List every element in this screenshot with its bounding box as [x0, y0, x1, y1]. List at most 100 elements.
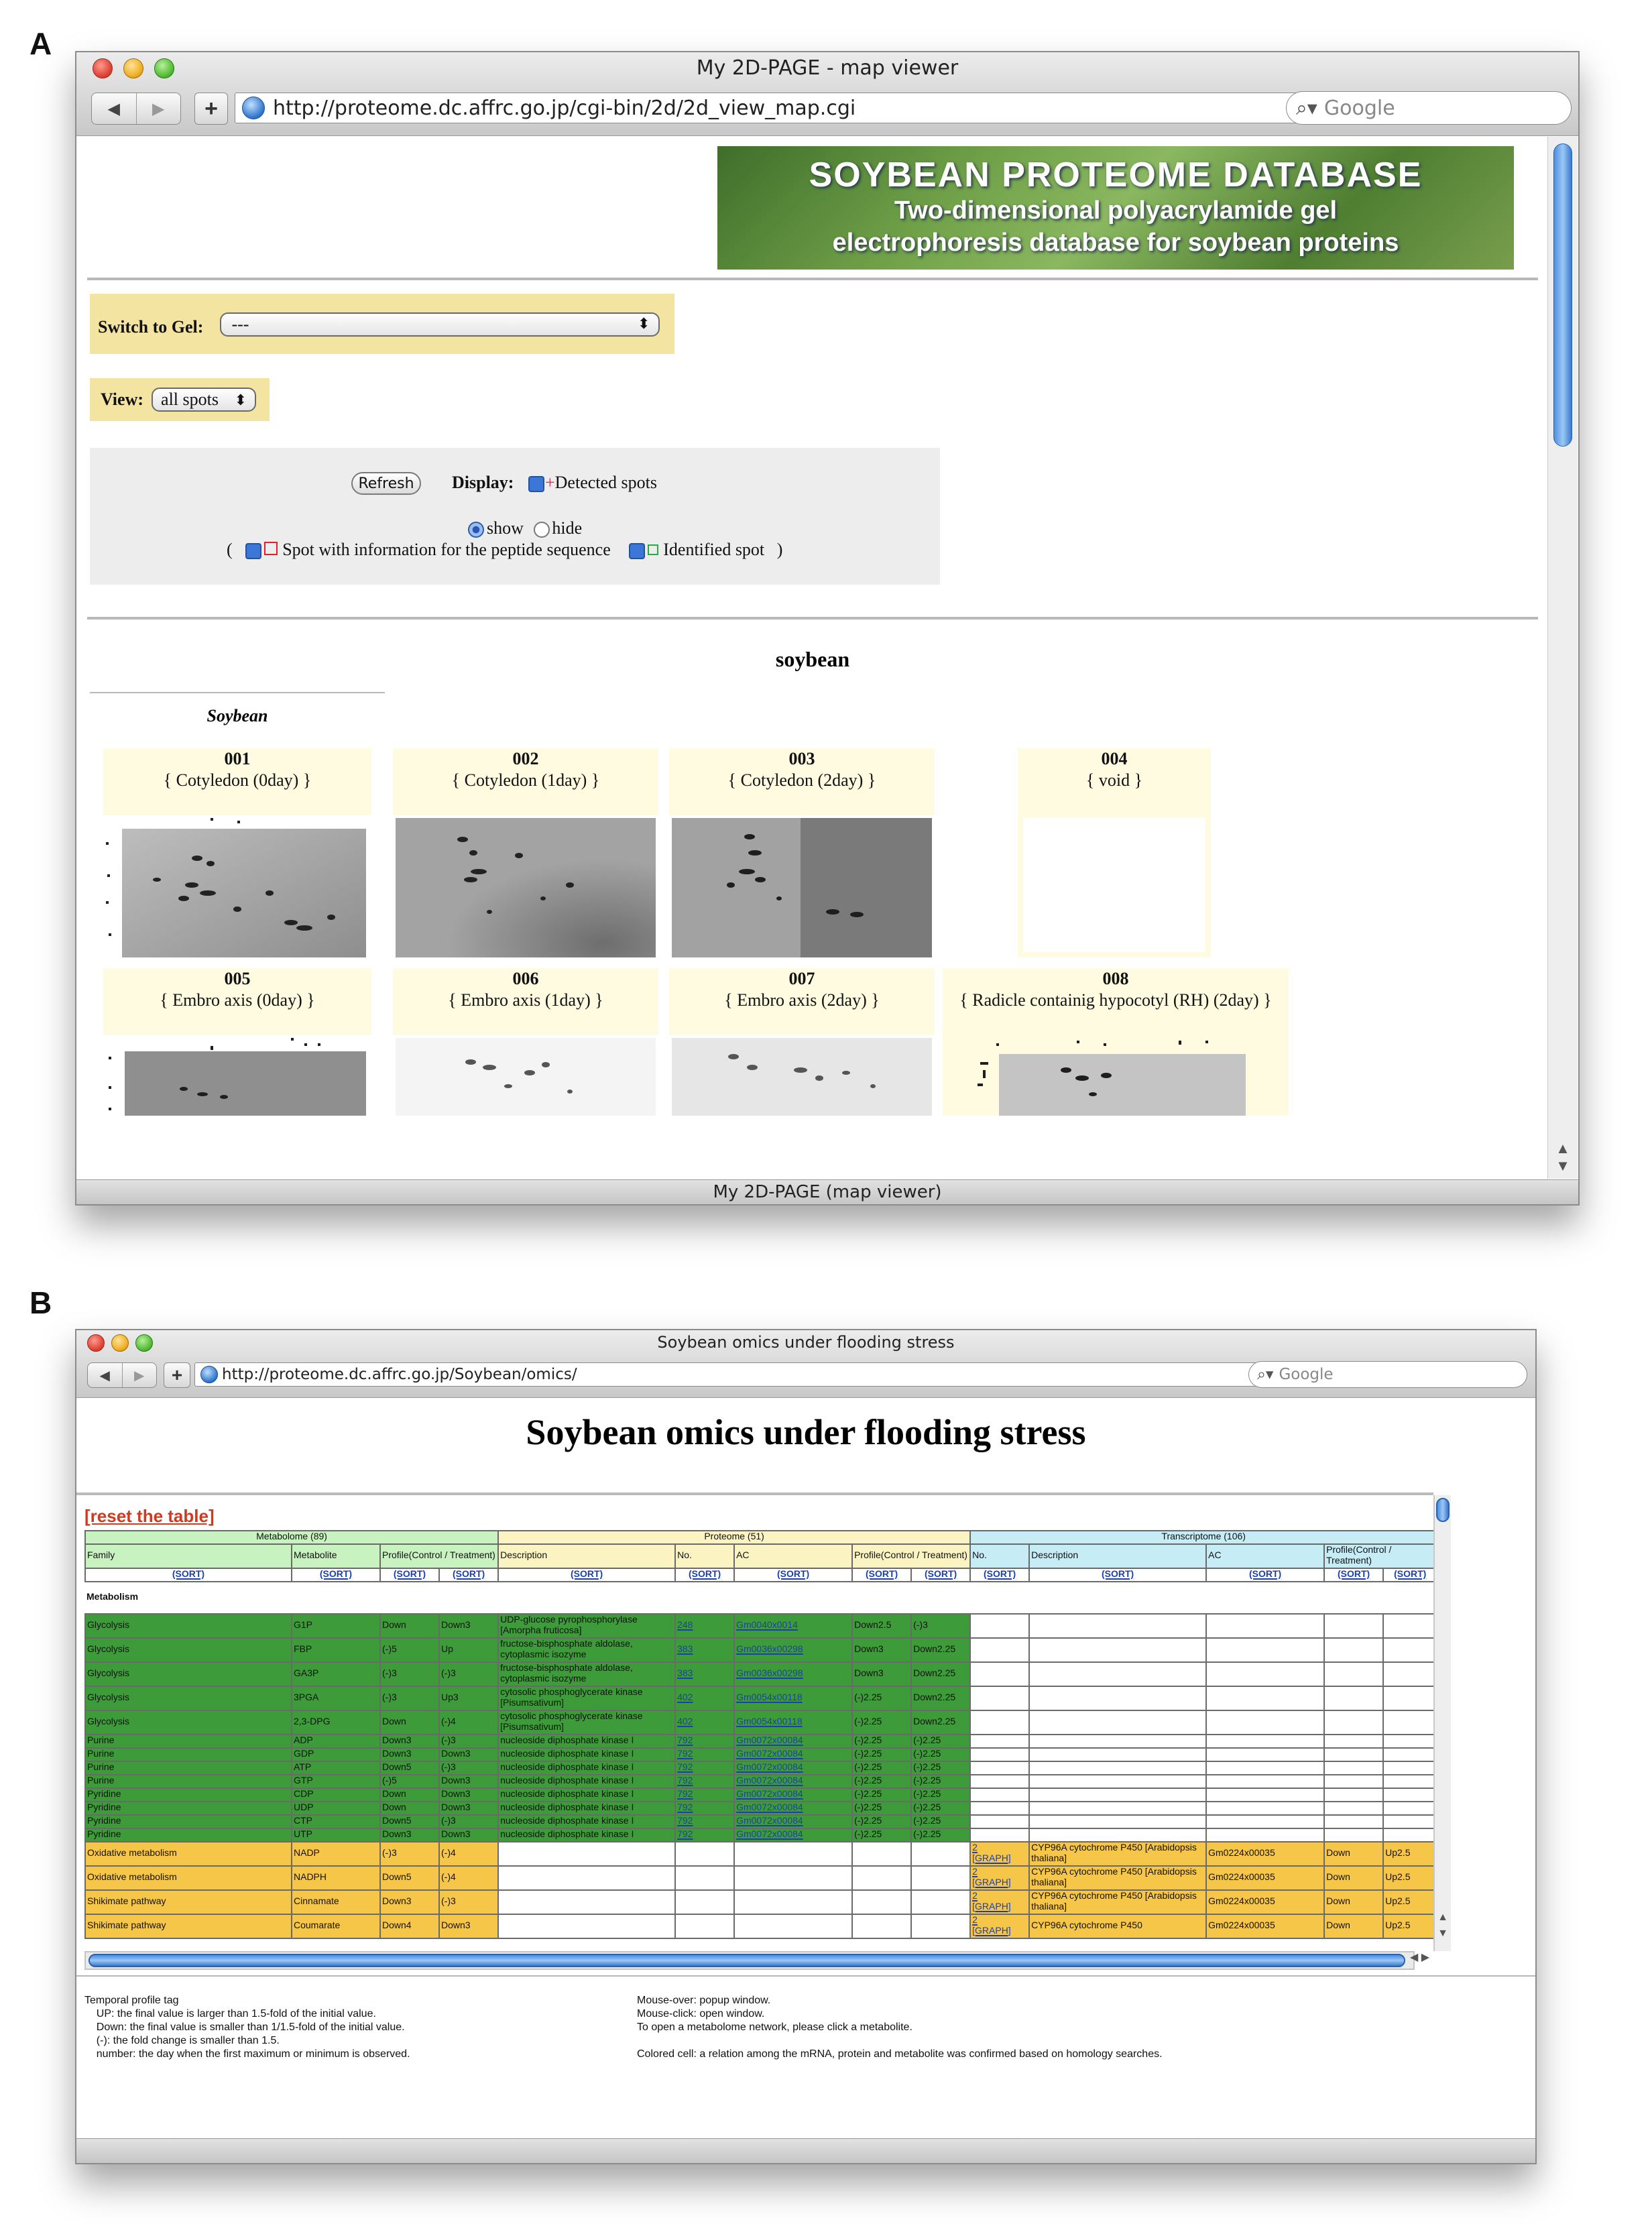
protein-no-cell[interactable]: 402 [674, 1686, 735, 1711]
protein-no-cell-link[interactable]: 792 [677, 1763, 693, 1772]
search-field[interactable]: ⌕▾ Google [1248, 1361, 1527, 1388]
reset-table-link[interactable]: [reset the table] [84, 1506, 215, 1526]
protein-no-cell-link[interactable]: 792 [677, 1830, 693, 1839]
sort-link[interactable]: (SORT) [733, 1568, 853, 1582]
gel-card-004[interactable]: 004 { void } [1018, 748, 1211, 957]
protein-ac-cell[interactable]: Gm0072x00084 [733, 1814, 853, 1829]
scroll-up-icon[interactable]: ▲ [1435, 1911, 1451, 1923]
gel-card-006[interactable]: 006 { Embro axis (1day) } [393, 968, 658, 1035]
gel-image-002[interactable] [396, 818, 656, 957]
protein-ac-cell-link[interactable]: Gm0072x00084 [736, 1763, 803, 1772]
protein-ac-cell[interactable]: Gm0036x00298 [733, 1637, 853, 1663]
protein-ac-cell[interactable]: Gm0072x00084 [733, 1734, 853, 1749]
protein-ac-cell[interactable]: Gm0054x00118 [733, 1710, 853, 1735]
table-horizontal-scroll-thumb[interactable] [88, 1954, 1405, 1967]
gel-card-001[interactable]: 001 { Cotyledon (0day) } [103, 748, 371, 815]
transcript-no-link[interactable]: 2 [972, 1867, 978, 1877]
protein-ac-cell-link[interactable]: Gm0072x00084 [736, 1736, 803, 1745]
table-vertical-scroll-thumb[interactable] [1436, 1498, 1450, 1522]
forward-button[interactable]: ▶ [121, 1363, 157, 1387]
protein-no-cell[interactable]: 792 [674, 1774, 735, 1789]
sort-link[interactable]: (SORT) [1028, 1568, 1207, 1582]
view-select[interactable]: all spots ⬍ [152, 388, 257, 412]
protein-ac-cell[interactable]: Gm0054x00118 [733, 1686, 853, 1711]
sort-link[interactable]: (SORT) [379, 1568, 440, 1582]
protein-no-cell[interactable]: 792 [674, 1747, 735, 1762]
protein-ac-cell-link[interactable]: Gm0054x00118 [736, 1717, 803, 1726]
sort-link[interactable]: (SORT) [1323, 1568, 1384, 1582]
transcript-no-link[interactable]: 2 [972, 1843, 978, 1853]
protein-ac-cell-link[interactable]: Gm0040x0014 [736, 1621, 798, 1630]
table-vertical-scrollbar[interactable]: ▲ ▼ [1433, 1495, 1451, 1951]
scroll-left-right-icon[interactable]: ◀ ▶ [1410, 1951, 1429, 1963]
vertical-scroll-thumb[interactable] [1553, 143, 1572, 447]
identified-spot-checkbox[interactable] [628, 543, 645, 560]
peptide-spot-checkbox[interactable] [245, 543, 261, 560]
protein-no-cell[interactable]: 248 [674, 1613, 735, 1639]
switch-gel-select[interactable]: --- ⬍ [219, 312, 660, 336]
protein-ac-cell[interactable]: Gm0040x0014 [733, 1613, 853, 1639]
protein-no-cell-link[interactable]: 792 [677, 1790, 693, 1799]
gel-card-007[interactable]: 007 { Embro axis (2day) } [669, 968, 935, 1035]
protein-ac-cell[interactable]: Gm0072x00084 [733, 1747, 853, 1762]
protein-no-cell[interactable]: 792 [674, 1814, 735, 1829]
scroll-down-icon[interactable]: ▼ [1435, 1927, 1451, 1939]
scroll-down-icon[interactable]: ▼ [1548, 1157, 1578, 1175]
protein-ac-cell-link[interactable]: Gm0072x00084 [736, 1790, 803, 1799]
protein-ac-cell[interactable]: Gm0072x00084 [733, 1828, 853, 1842]
address-bar[interactable]: http://proteome.dc.affrc.go.jp/Soybean/o… [194, 1362, 1311, 1387]
protein-ac-cell-link[interactable]: Gm0072x00084 [736, 1830, 803, 1839]
transcript-no-cell[interactable]: 2 [GRAPH] [969, 1865, 1030, 1891]
protein-no-cell-link[interactable]: 383 [677, 1669, 693, 1678]
sort-link[interactable]: (SORT) [291, 1568, 381, 1582]
graph-link[interactable]: [GRAPH] [972, 1926, 1011, 1936]
gel-image-001[interactable] [103, 815, 371, 957]
protein-no-cell[interactable]: 383 [674, 1637, 735, 1663]
graph-link[interactable]: [GRAPH] [972, 1878, 1011, 1887]
sort-link[interactable]: (SORT) [84, 1568, 292, 1582]
protein-no-cell-link[interactable]: 792 [677, 1803, 693, 1812]
gel-card-008[interactable]: 008 { Radicle containig hypocotyl (RH) (… [943, 968, 1289, 1035]
vertical-scrollbar[interactable]: ▲ ▼ [1547, 137, 1578, 1179]
show-radio[interactable] [468, 522, 484, 538]
protein-ac-cell-link[interactable]: Gm0054x00118 [736, 1693, 803, 1702]
protein-no-cell-link[interactable]: 792 [677, 1736, 693, 1745]
sort-link[interactable]: (SORT) [969, 1568, 1030, 1582]
protein-ac-cell[interactable]: Gm0072x00084 [733, 1801, 853, 1816]
gel-image-008[interactable] [943, 1035, 1289, 1116]
gel-card-003[interactable]: 003 { Cotyledon (2day) } [669, 748, 935, 815]
back-button[interactable]: ◀ [92, 93, 136, 124]
refresh-button[interactable]: Refresh [351, 472, 421, 495]
protein-no-cell[interactable]: 792 [674, 1761, 735, 1775]
sort-link[interactable]: (SORT) [851, 1568, 912, 1582]
gel-image-007[interactable] [672, 1038, 932, 1116]
protein-no-cell[interactable]: 383 [674, 1661, 735, 1687]
back-button[interactable]: ◀ [88, 1363, 122, 1387]
protein-ac-cell[interactable]: Gm0072x00084 [733, 1788, 853, 1802]
transcript-no-cell[interactable]: 2 [GRAPH] [969, 1889, 1030, 1915]
sort-link[interactable]: (SORT) [910, 1568, 971, 1582]
protein-no-cell-link[interactable]: 792 [677, 1816, 693, 1826]
protein-no-cell-link[interactable]: 792 [677, 1749, 693, 1759]
protein-no-cell-link[interactable]: 792 [677, 1776, 693, 1786]
gel-image-003[interactable] [672, 818, 932, 957]
protein-ac-cell-link[interactable]: Gm0072x00084 [736, 1803, 803, 1812]
sort-link[interactable]: (SORT) [1382, 1568, 1433, 1582]
scroll-up-icon[interactable]: ▲ [1548, 1140, 1578, 1157]
protein-no-cell[interactable]: 792 [674, 1801, 735, 1816]
protein-no-cell-link[interactable]: 402 [677, 1693, 693, 1702]
forward-button[interactable]: ▶ [135, 93, 181, 124]
protein-ac-cell-link[interactable]: Gm0036x00298 [736, 1645, 803, 1654]
sort-link[interactable]: (SORT) [1205, 1568, 1325, 1582]
protein-no-cell[interactable]: 792 [674, 1788, 735, 1802]
gel-image-005[interactable] [103, 1035, 371, 1116]
hide-radio[interactable] [533, 522, 550, 538]
protein-ac-cell-link[interactable]: Gm0072x00084 [736, 1776, 803, 1786]
protein-no-cell[interactable]: 402 [674, 1710, 735, 1735]
protein-no-cell-link[interactable]: 383 [677, 1645, 693, 1654]
protein-no-cell-link[interactable]: 402 [677, 1717, 693, 1726]
protein-no-cell-link[interactable]: 248 [677, 1621, 693, 1630]
address-bar[interactable]: http://proteome.dc.affrc.go.jp/cgi-bin/2… [235, 93, 1332, 123]
graph-link[interactable]: [GRAPH] [972, 1902, 1011, 1912]
transcript-no-cell[interactable]: 2 [GRAPH] [969, 1914, 1030, 1939]
